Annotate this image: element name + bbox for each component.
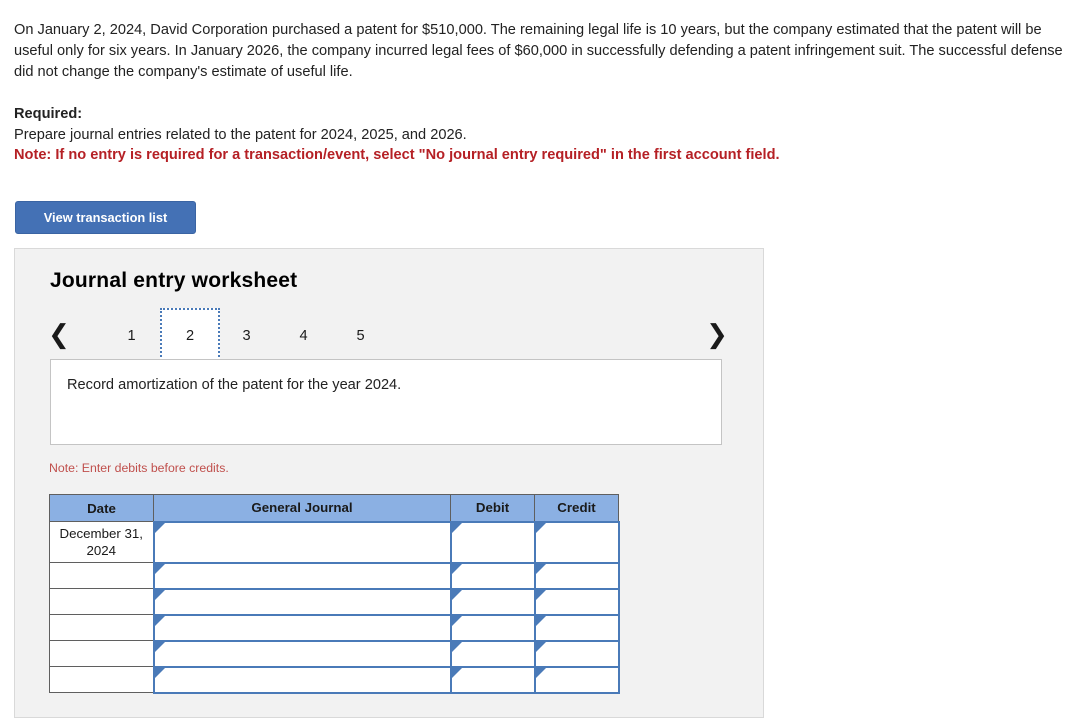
worksheet-tab-3[interactable]: 3	[218, 315, 275, 357]
general-journal-input-row-6[interactable]	[152, 665, 452, 694]
dropdown-corner-icon	[451, 641, 462, 652]
general-journal-value	[155, 590, 450, 594]
debit-value	[452, 668, 534, 672]
enter-debits-before-credits-note: Note: Enter debits before credits.	[49, 461, 229, 475]
worksheet-tab-5[interactable]: 5	[332, 315, 389, 357]
dropdown-corner-icon	[451, 522, 462, 533]
worksheet-tab-2[interactable]: 2	[160, 308, 220, 364]
required-instruction: Prepare journal entries related to the p…	[14, 126, 467, 143]
table-header-row: Date General Journal Debit Credit	[49, 494, 619, 522]
journal-entry-worksheet-panel: Journal entry worksheet ❮ 1 2 3 4 5 ❯ Re…	[14, 248, 764, 718]
column-header-general-journal: General Journal	[153, 494, 451, 522]
general-journal-input-row-4[interactable]	[152, 613, 452, 642]
debit-value	[452, 523, 534, 527]
dropdown-corner-icon	[535, 589, 546, 600]
credit-input-row-3[interactable]	[533, 587, 620, 616]
dropdown-corner-icon	[535, 563, 546, 574]
worksheet-title: Journal entry worksheet	[50, 269, 298, 292]
dropdown-corner-icon	[154, 667, 165, 678]
required-block: Required: Prepare journal entries relate…	[14, 104, 1014, 166]
credit-value	[536, 642, 618, 646]
date-cell: December 31, 2024	[49, 521, 154, 563]
credit-value	[536, 616, 618, 620]
required-label: Required:	[14, 106, 83, 122]
debit-input-row-2[interactable]	[449, 561, 536, 590]
required-note: Note: If no entry is required for a tran…	[14, 147, 780, 163]
date-cell[interactable]	[49, 614, 154, 641]
general-journal-value	[155, 616, 450, 620]
table-row	[49, 665, 620, 694]
debit-value	[452, 616, 534, 620]
dropdown-corner-icon	[535, 641, 546, 652]
dropdown-corner-icon	[535, 522, 546, 533]
dropdown-corner-icon	[451, 563, 462, 574]
table-row	[49, 613, 620, 642]
column-header-credit: Credit	[534, 494, 619, 522]
chevron-right-icon[interactable]: ❯	[704, 321, 730, 351]
debit-input-row-4[interactable]	[449, 613, 536, 642]
debit-value	[452, 590, 534, 594]
credit-value	[536, 668, 618, 672]
view-transaction-list-button[interactable]: View transaction list	[15, 201, 196, 234]
debit-input-row-5[interactable]	[449, 639, 536, 668]
worksheet-tab-1[interactable]: 1	[103, 315, 160, 357]
general-journal-value	[155, 564, 450, 568]
credit-input-row-2[interactable]	[533, 561, 620, 590]
journal-table-body: December 31, 2024	[49, 520, 620, 694]
date-cell[interactable]	[49, 588, 154, 615]
debit-value	[452, 642, 534, 646]
dropdown-corner-icon	[451, 615, 462, 626]
table-row	[49, 587, 620, 616]
worksheet-tab-strip: ❮ 1 2 3 4 5 ❯	[15, 308, 765, 364]
credit-input-row-5[interactable]	[533, 639, 620, 668]
date-cell[interactable]	[49, 640, 154, 667]
general-journal-value	[155, 668, 450, 672]
credit-input-row-1[interactable]	[533, 520, 620, 564]
credit-value	[536, 564, 618, 568]
credit-value	[536, 590, 618, 594]
debit-input-row-1[interactable]	[449, 520, 536, 564]
debit-value	[452, 564, 534, 568]
dropdown-corner-icon	[154, 615, 165, 626]
dropdown-corner-icon	[154, 563, 165, 574]
date-cell[interactable]	[49, 666, 154, 693]
table-row	[49, 639, 620, 668]
debit-input-row-6[interactable]	[449, 665, 536, 694]
column-header-date: Date	[49, 494, 154, 522]
dropdown-corner-icon	[154, 522, 165, 533]
general-journal-value	[155, 523, 450, 527]
credit-input-row-4[interactable]	[533, 613, 620, 642]
problem-statement: On January 2, 2024, David Corporation pu…	[14, 22, 1063, 80]
general-journal-input-row-5[interactable]	[152, 639, 452, 668]
table-row	[49, 561, 620, 590]
dropdown-corner-icon	[451, 589, 462, 600]
worksheet-tab-4[interactable]: 4	[275, 315, 332, 357]
dropdown-corner-icon	[535, 667, 546, 678]
general-journal-input-row-3[interactable]	[152, 587, 452, 616]
credit-value	[536, 523, 618, 527]
general-journal-value	[155, 642, 450, 646]
general-journal-input-row-1[interactable]	[152, 520, 452, 564]
general-journal-input-row-2[interactable]	[152, 561, 452, 590]
transaction-description-box: Record amortization of the patent for th…	[50, 359, 722, 445]
dropdown-corner-icon	[154, 641, 165, 652]
dropdown-corner-icon	[535, 615, 546, 626]
column-header-debit: Debit	[450, 494, 535, 522]
debit-input-row-3[interactable]	[449, 587, 536, 616]
journal-entry-table: Date General Journal Debit Credit Decemb…	[49, 494, 620, 694]
dropdown-corner-icon	[451, 667, 462, 678]
chevron-left-icon[interactable]: ❮	[46, 321, 72, 351]
table-row: December 31, 2024	[49, 520, 620, 564]
credit-input-row-6[interactable]	[533, 665, 620, 694]
date-cell[interactable]	[49, 562, 154, 589]
dropdown-corner-icon	[154, 589, 165, 600]
